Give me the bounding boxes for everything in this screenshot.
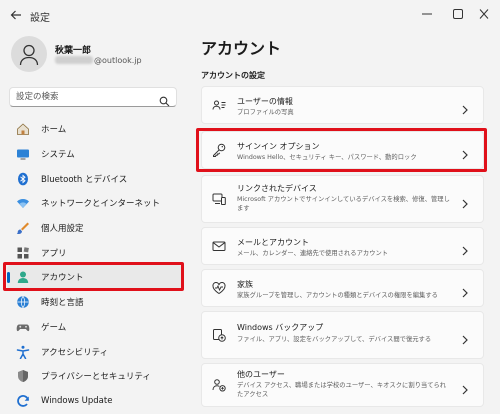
minimize-icon[interactable] <box>418 6 436 22</box>
user-name: 秋葉一郎 <box>55 46 92 56</box>
person-icon <box>19 44 39 66</box>
chevron-right-icon <box>462 283 468 302</box>
card-title: 家族 <box>237 280 253 289</box>
gaming-icon <box>16 320 30 334</box>
card-description: デバイス アクセス、職場または学校のユーザー、キオスクに割り当てられたアクセス <box>237 382 447 398</box>
email-redaction <box>55 56 93 64</box>
card-description: メール、カレンダー、連絡先で使用されるアカウント <box>237 250 389 257</box>
card-highlight-box <box>196 128 487 172</box>
card-description: Microsoft アカウントでサインインしているデバイスを検索、修復、管理しま… <box>237 196 450 212</box>
apps-icon <box>16 246 30 260</box>
network-icon <box>16 196 30 210</box>
accessibility-icon <box>16 345 30 359</box>
chevron-right-icon <box>462 194 468 213</box>
family-icon <box>211 280 227 296</box>
chevron-right-icon <box>462 380 468 399</box>
chevron-right-icon <box>462 330 468 349</box>
user-email-suffix: @outlook.jp <box>94 56 142 65</box>
sidebar-item-accessibility[interactable]: アクセシビリティ <box>7 339 183 364</box>
card-other-users[interactable]: 他のユーザー デバイス アクセス、職場または学校のユーザー、キオスクに割り当てら… <box>201 363 484 407</box>
update-icon <box>16 394 30 408</box>
chevron-right-icon <box>462 100 468 119</box>
sidebar-item-time-language[interactable]: 時刻と言語 <box>7 290 183 315</box>
sidebar-item-personalization[interactable]: 個人用設定 <box>7 216 183 241</box>
linked-devices-icon <box>211 191 227 207</box>
other-users-icon <box>211 377 227 393</box>
search-icon[interactable] <box>159 92 170 111</box>
search-input[interactable] <box>16 91 156 103</box>
avatar[interactable] <box>11 36 47 72</box>
card-description: プロファイルの写真 <box>237 109 294 116</box>
card-windows-backup[interactable]: Windows バックアップ ファイル、アプリ、設定をバックアップして、デバイス… <box>201 311 484 359</box>
sidebar-item-network[interactable]: ネットワークとインターネット <box>7 191 183 216</box>
user-info-icon <box>211 97 227 113</box>
card-title: メールとアカウント <box>237 238 309 247</box>
card-user-info[interactable]: ユーザーの情報 プロファイルの写真 <box>201 86 484 124</box>
sidebar-item-windows-update[interactable]: Windows Update <box>7 389 183 414</box>
card-description: 家族グループを管理し、アカウントの種類とデバイスの権限を編集する <box>237 292 438 299</box>
title-bar: 設定 <box>0 0 500 30</box>
card-title: リンクされたデバイス <box>237 184 317 193</box>
card-description: ファイル、アプリ、設定をバックアップして、デバイス間で復元する <box>237 336 432 343</box>
card-title: ユーザーの情報 <box>237 97 293 106</box>
chevron-right-icon <box>462 241 468 260</box>
system-icon <box>16 147 30 161</box>
sidebar-item-home[interactable]: ホーム <box>7 117 183 142</box>
card-linked-devices[interactable]: リンクされたデバイス Microsoft アカウントでサインインしているデバイス… <box>201 175 484 223</box>
section-title: アカウントの設定 <box>201 71 265 80</box>
card-family[interactable]: 家族 家族グループを管理し、アカウントの種類とデバイスの権限を編集する <box>201 269 484 307</box>
sidebar-highlight-box <box>3 262 184 291</box>
card-email-accounts[interactable]: メールとアカウント メール、カレンダー、連絡先で使用されるアカウント <box>201 227 484 265</box>
sidebar-item-privacy[interactable]: プライバシーとセキュリティ <box>7 364 183 389</box>
privacy-icon <box>16 369 30 383</box>
maximize-icon[interactable] <box>449 6 467 22</box>
page-title: アカウント <box>201 39 282 58</box>
card-title: Windows バックアップ <box>237 323 324 332</box>
sidebar-item-system[interactable]: システム <box>7 142 183 167</box>
home-icon <box>16 122 30 136</box>
card-title: 他のユーザー <box>237 370 285 379</box>
search-box[interactable] <box>9 87 177 107</box>
mail-icon <box>211 238 227 254</box>
user-email: @outlook.jp <box>55 56 142 65</box>
sidebar-item-gaming[interactable]: ゲーム <box>7 315 183 340</box>
close-icon[interactable] <box>475 6 493 22</box>
bluetooth-icon <box>16 172 30 186</box>
backup-icon <box>211 327 227 343</box>
back-arrow-icon[interactable] <box>8 7 24 23</box>
time-language-icon <box>16 295 30 309</box>
sidebar-item-bluetooth[interactable]: Bluetooth とデバイス <box>7 166 183 191</box>
personalization-icon <box>16 221 30 235</box>
window-title: 設定 <box>30 13 50 24</box>
